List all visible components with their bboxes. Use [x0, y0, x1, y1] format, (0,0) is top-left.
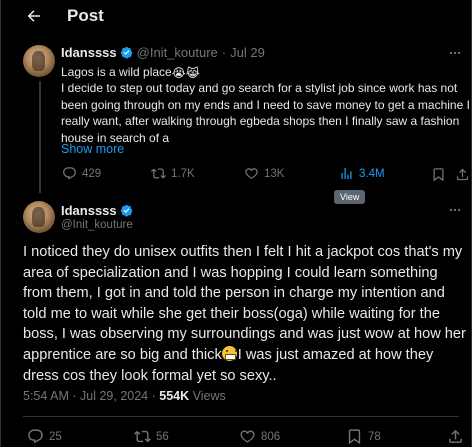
bookmark-icon: [348, 429, 361, 445]
avatar[interactable]: [23, 201, 55, 233]
grimace-emoji-icon: [221, 345, 237, 361]
bookmark-icon[interactable]: [431, 167, 446, 182]
post-page: Post Idanssss @Init_kouture · Jul 29 Lag…: [0, 0, 472, 447]
avatar[interactable]: [23, 45, 55, 77]
like-count: 13K: [264, 167, 285, 180]
back-arrow-icon: [27, 10, 40, 22]
more-icon[interactable]: [448, 46, 462, 60]
views-icon: [341, 167, 352, 180]
post-time[interactable]: 5:54 AM: [23, 389, 69, 403]
more-icon[interactable]: [448, 203, 462, 217]
reply-button[interactable]: 25: [27, 428, 62, 445]
share-icon[interactable]: [455, 167, 470, 182]
views-count: 3.4M: [359, 167, 385, 180]
post-body: I decide to step out today and go search…: [61, 81, 470, 145]
repost-button[interactable]: 56: [134, 428, 169, 445]
repost-count: 1.7K: [171, 167, 195, 180]
reply-count: 429: [82, 167, 102, 180]
post-date[interactable]: Jul 29, 2024: [80, 389, 148, 403]
crying-cat-emoji-icon: 😹: [185, 66, 200, 80]
post-date[interactable]: Jul 29: [230, 45, 265, 60]
repost-button[interactable]: 1.7K: [151, 166, 195, 181]
verified-badge-icon: [120, 46, 133, 59]
like-icon: [245, 168, 258, 179]
back-button[interactable]: [23, 5, 45, 27]
like-icon: [240, 430, 255, 443]
like-count: 806: [261, 430, 281, 443]
bookmark-count: 78: [368, 430, 381, 443]
views-button[interactable]: 3.4M: [339, 166, 385, 181]
bookmark-button[interactable]: 78: [346, 428, 381, 445]
main-author-row: Idanssss: [61, 203, 133, 218]
handle[interactable]: @Init_kouture: [137, 45, 218, 60]
reply-icon: [63, 167, 76, 180]
views-total: 554K: [159, 389, 190, 403]
views-label: Views: [192, 389, 226, 403]
main-actions: 25 56 806 78: [1, 428, 472, 446]
display-name[interactable]: Idanssss: [61, 45, 117, 60]
like-button[interactable]: 13K: [244, 166, 284, 181]
reply-icon: [28, 429, 43, 444]
repost-count: 56: [156, 430, 169, 443]
crying-emoji-icon: 😭: [171, 66, 186, 80]
header: Post: [1, 0, 472, 32]
verified-badge-icon: [120, 204, 133, 217]
separator: ·: [151, 389, 156, 403]
post-first-line: Lagos is a wild place😭😹: [61, 65, 200, 80]
share-icon[interactable]: [447, 428, 464, 445]
repost-icon: [151, 168, 166, 179]
reply-count: 25: [49, 430, 62, 443]
quoted-post-text: Lagos is a wild place😭😹 I decide to step…: [61, 64, 471, 146]
main-post-text: I noticed they do unisex outfits then I …: [23, 242, 469, 386]
handle[interactable]: @Init_kouture: [61, 219, 133, 231]
quoted-actions: 429 1.7K 13K 3.4M: [1, 166, 472, 184]
quoted-author-row: Idanssss @Init_kouture · Jul 29: [61, 45, 265, 60]
repost-icon: [134, 430, 151, 443]
show-more-link[interactable]: Show more: [61, 142, 124, 156]
separator: ·: [72, 389, 77, 403]
like-button[interactable]: 806: [239, 428, 280, 445]
reply-button[interactable]: 429: [62, 166, 101, 181]
separator: ·: [221, 45, 227, 60]
divider: [23, 416, 459, 417]
post-meta: 5:54 AM · Jul 29, 2024 · 554K Views: [23, 389, 226, 403]
views-tooltip: View: [334, 190, 366, 204]
page-title: Post: [67, 6, 104, 25]
display-name[interactable]: Idanssss: [61, 203, 117, 218]
post-body-part1: I noticed they do unisex outfits then I …: [23, 244, 466, 363]
